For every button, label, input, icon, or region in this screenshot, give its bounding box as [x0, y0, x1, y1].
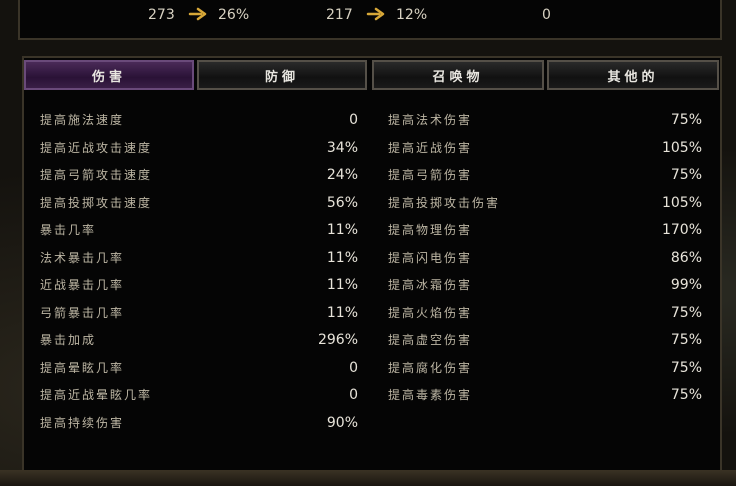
- stat-label: 提高近战攻击速度: [40, 141, 153, 155]
- stat-value: 34%: [326, 140, 358, 156]
- stat-value: 75%: [670, 360, 702, 376]
- stat-value: 86%: [670, 250, 702, 266]
- stat-label: 提高施法速度: [40, 113, 125, 127]
- gold-arrow-icon: [366, 7, 385, 21]
- stat-value: 105%: [661, 140, 702, 156]
- stat-label: 提高毒素伤害: [388, 388, 473, 402]
- stat-label: 提高火焰伤害: [388, 306, 473, 320]
- stat-value: 56%: [326, 195, 358, 211]
- tab-defense[interactable]: 防御: [197, 60, 367, 90]
- stat-value: 99%: [670, 277, 702, 293]
- gold-arrow-icon: [188, 7, 207, 21]
- ornate-frame-bottom: [0, 470, 736, 486]
- stat-label: 提高近战晕眩几率: [40, 388, 153, 402]
- stat-label: 提高投掷攻击伤害: [388, 196, 501, 210]
- stat-value: 0: [349, 387, 358, 403]
- stat-label: 提高法术伤害: [388, 113, 473, 127]
- top-stat-percent: 12%: [396, 7, 428, 23]
- stat-value: 0: [349, 112, 358, 128]
- stat-label: 提高冰霜伤害: [388, 278, 473, 292]
- stat-label: 法术暴击几率: [40, 251, 125, 265]
- stats-panel: [22, 56, 722, 472]
- stat-label: 提高持续伤害: [40, 416, 125, 430]
- stats-window: 273 26% 217 12% 0 伤害 防御 召唤物 其他的 提高施法速度 0 …: [0, 0, 736, 486]
- top-stat-value: 217: [326, 7, 353, 23]
- stat-value: 75%: [670, 167, 702, 183]
- stat-label: 提高晕眩几率: [40, 361, 125, 375]
- tab-minions[interactable]: 召唤物: [372, 60, 544, 90]
- stat-value: 24%: [326, 167, 358, 183]
- stat-label: 提高虚空伤害: [388, 333, 473, 347]
- stat-value: 296%: [317, 332, 358, 348]
- stat-value: 170%: [661, 222, 702, 238]
- stat-label: 近战暴击几率: [40, 278, 125, 292]
- top-stat-value: 273: [148, 7, 175, 23]
- stat-label: 暴击加成: [40, 333, 97, 347]
- top-stat-value: 0: [542, 7, 551, 23]
- stat-value: 75%: [670, 305, 702, 321]
- stat-label: 提高腐化伤害: [388, 361, 473, 375]
- tab-other[interactable]: 其他的: [547, 60, 719, 90]
- stat-value: 90%: [326, 415, 358, 431]
- stat-value: 75%: [670, 387, 702, 403]
- stat-label: 提高弓箭伤害: [388, 168, 473, 182]
- stat-label: 提高闪电伤害: [388, 251, 473, 265]
- stat-value: 11%: [326, 222, 358, 238]
- stat-value: 105%: [661, 195, 702, 211]
- stat-value: 11%: [326, 305, 358, 321]
- stat-value: 75%: [670, 332, 702, 348]
- top-stat-percent: 26%: [218, 7, 250, 23]
- stat-label: 弓箭暴击几率: [40, 306, 125, 320]
- stat-label: 提高投掷攻击速度: [40, 196, 153, 210]
- tab-damage[interactable]: 伤害: [24, 60, 194, 90]
- stat-label: 提高近战伤害: [388, 141, 473, 155]
- stat-value: 0: [349, 360, 358, 376]
- stat-value: 75%: [670, 112, 702, 128]
- stat-label: 暴击几率: [40, 223, 97, 237]
- stat-label: 提高弓箭攻击速度: [40, 168, 153, 182]
- stat-value: 11%: [326, 250, 358, 266]
- stat-label: 提高物理伤害: [388, 223, 473, 237]
- stat-value: 11%: [326, 277, 358, 293]
